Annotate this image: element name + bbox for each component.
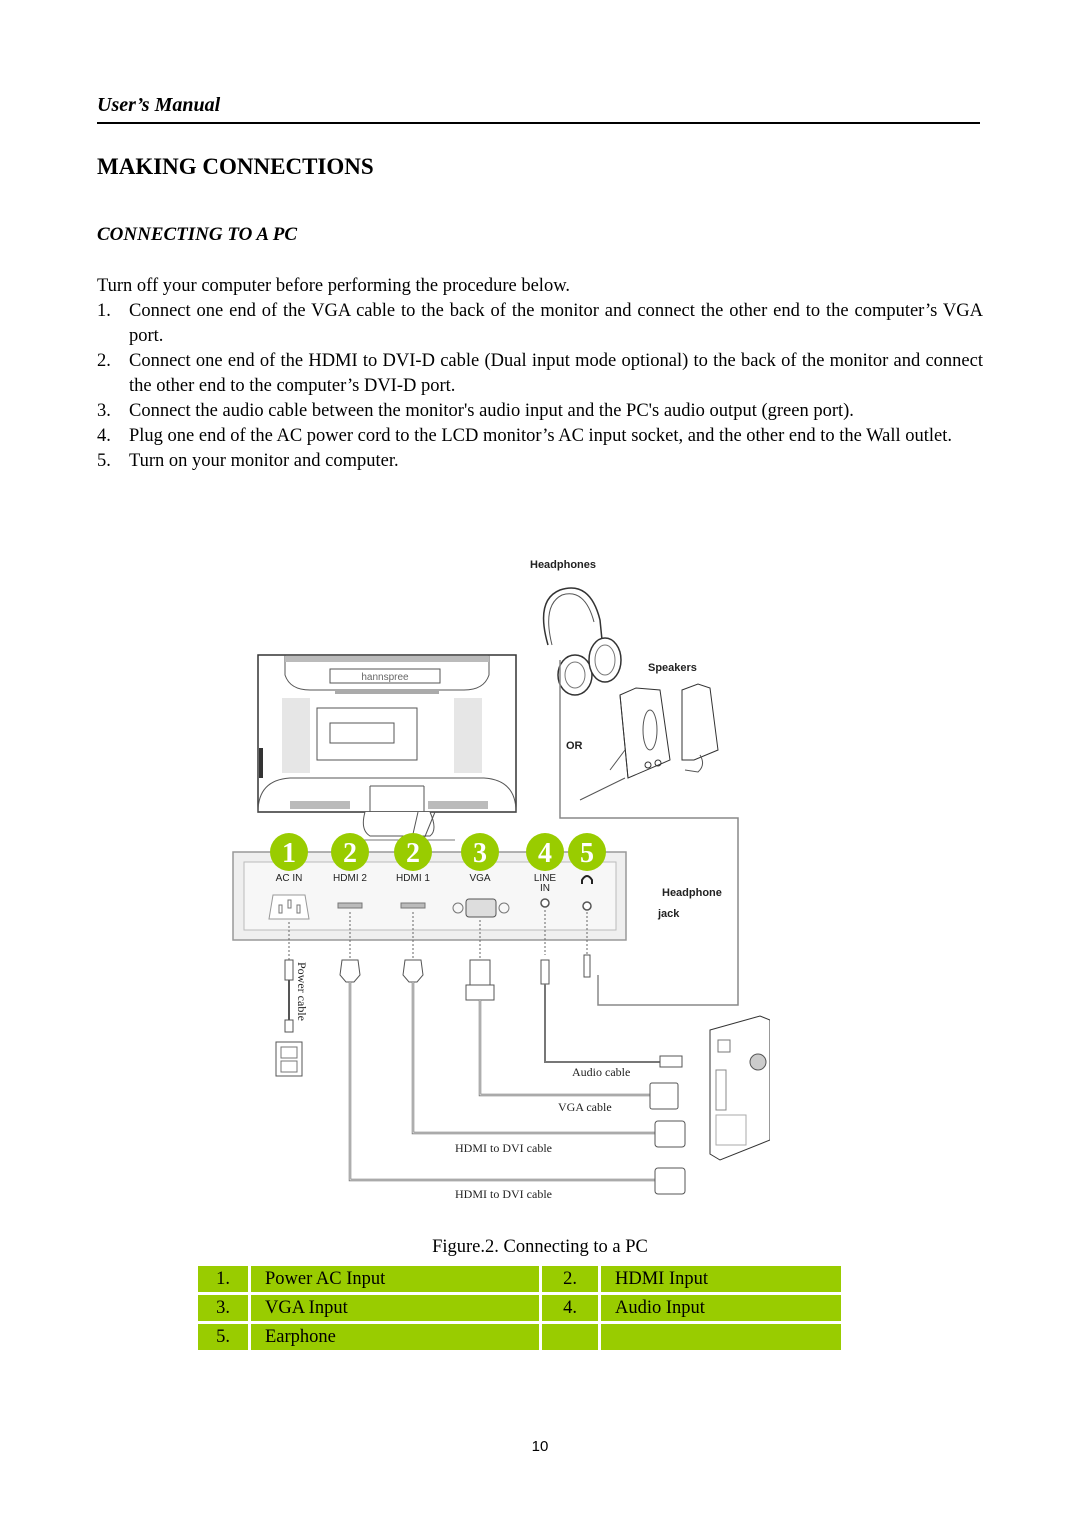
pc-tower-illustration xyxy=(709,1015,770,1161)
headphone-jack-label-1: Headphone xyxy=(662,887,722,899)
headphone-jack-label-2: jack xyxy=(657,908,680,920)
power-cable: Power cable xyxy=(275,959,309,1077)
hdmi2-cable: HDMI to DVI cable xyxy=(339,959,686,1201)
step-number: 1. xyxy=(97,301,111,321)
page-number: 10 xyxy=(531,1438,549,1455)
brand-logo: hannspree xyxy=(361,672,409,683)
instructions: Turn off your computer before performing… xyxy=(97,274,983,474)
hdmi-dvi-cable-label-1: HDMI to DVI cable xyxy=(455,1141,552,1155)
hdmi1-port xyxy=(400,902,426,909)
port-badge-number: 4 xyxy=(538,838,552,869)
legend-number xyxy=(542,1324,598,1350)
intro-text: Turn off your computer before performing… xyxy=(97,276,570,296)
legend-text: VGA Input xyxy=(251,1295,539,1321)
hdmi2-port xyxy=(337,902,363,909)
power-cable-label: Power cable xyxy=(295,962,309,1021)
hdmi-dvi-cable-label-2: HDMI to DVI cable xyxy=(455,1187,552,1201)
step-item: 1. Connect one end of the VGA cable to th… xyxy=(97,299,983,349)
step-text: Connect one end of the HDMI to DVI-D cab… xyxy=(129,351,983,396)
port-badge-number: 2 xyxy=(343,838,357,869)
step-text: Plug one end of the AC power cord to the… xyxy=(129,426,953,446)
legend-text: Power AC Input xyxy=(251,1266,539,1292)
port-label: IN xyxy=(540,883,550,894)
speakers-label: Speakers xyxy=(648,662,697,674)
step-item: 4. Plug one end of the AC power cord to t… xyxy=(97,424,983,449)
legend-text xyxy=(601,1324,841,1350)
step-item: 2. Connect one end of the HDMI to DVI-D c… xyxy=(97,349,983,399)
header-divider xyxy=(97,122,980,124)
legend-row: 1. Power AC Input 2. HDMI Input xyxy=(198,1266,841,1292)
legend-number: 5. xyxy=(198,1324,248,1350)
vga-cable: VGA cable xyxy=(465,959,679,1114)
figure-caption: Figure.2. Connecting to a PC xyxy=(432,1237,648,1257)
or-label: OR xyxy=(566,740,583,752)
step-number: 4. xyxy=(97,426,111,446)
vga-cable-label: VGA cable xyxy=(558,1100,612,1114)
monitor-back-illustration: hannspree xyxy=(257,654,517,857)
legend-row: 3. VGA Input 4. Audio Input xyxy=(198,1295,841,1321)
port-label: AC IN xyxy=(276,873,303,884)
legend-text: Earphone xyxy=(251,1324,539,1350)
port-legend-table: 1. Power AC Input 2. HDMI Input 3. VGA I… xyxy=(195,1263,844,1353)
legend-number: 2. xyxy=(542,1266,598,1292)
legend-text: Audio Input xyxy=(601,1295,841,1321)
headphones-illustration: Headphones xyxy=(530,559,622,696)
step-number: 5. xyxy=(97,451,111,471)
port-badge-number: 1 xyxy=(282,838,296,869)
step-number: 2. xyxy=(97,351,111,371)
audio-cable: Audio cable xyxy=(540,959,683,1079)
section-title: MAKING CONNECTIONS xyxy=(97,154,374,179)
connection-diagram: hannspree Headphones Speakers OR Headpho… xyxy=(230,550,770,1210)
step-text: Connect one end of the VGA cable to the … xyxy=(129,301,983,346)
headphones-label: Headphones xyxy=(530,559,596,571)
port-badge-number: 5 xyxy=(580,838,594,869)
legend-row: 5. Earphone xyxy=(198,1324,841,1350)
audio-cable-label: Audio cable xyxy=(572,1065,630,1079)
running-header: User’s Manual xyxy=(97,94,221,116)
step-number: 3. xyxy=(97,401,111,421)
step-text: Connect the audio cable between the moni… xyxy=(129,401,854,421)
ac-in-socket xyxy=(268,894,310,920)
legend-number: 1. xyxy=(198,1266,248,1292)
port-badge-number: 2 xyxy=(406,838,420,869)
step-text: Turn on your monitor and computer. xyxy=(129,451,399,471)
port-badge-number: 3 xyxy=(473,838,487,869)
legend-text: HDMI Input xyxy=(601,1266,841,1292)
legend-number: 4. xyxy=(542,1295,598,1321)
step-item: 3. Connect the audio cable between the mo… xyxy=(97,399,983,424)
subsection-title: CONNECTING TO A PC xyxy=(97,224,298,245)
headphone-plug xyxy=(583,954,591,978)
headphone-jack xyxy=(582,901,592,911)
port-label: HDMI 1 xyxy=(396,873,430,884)
legend-number: 3. xyxy=(198,1295,248,1321)
port-label: HDMI 2 xyxy=(333,873,367,884)
step-item: 5. Turn on your monitor and computer. xyxy=(97,449,983,474)
steps-list: 1. Connect one end of the VGA cable to th… xyxy=(97,299,983,474)
port-label: VGA xyxy=(469,873,490,884)
line-in-jack xyxy=(540,898,550,908)
